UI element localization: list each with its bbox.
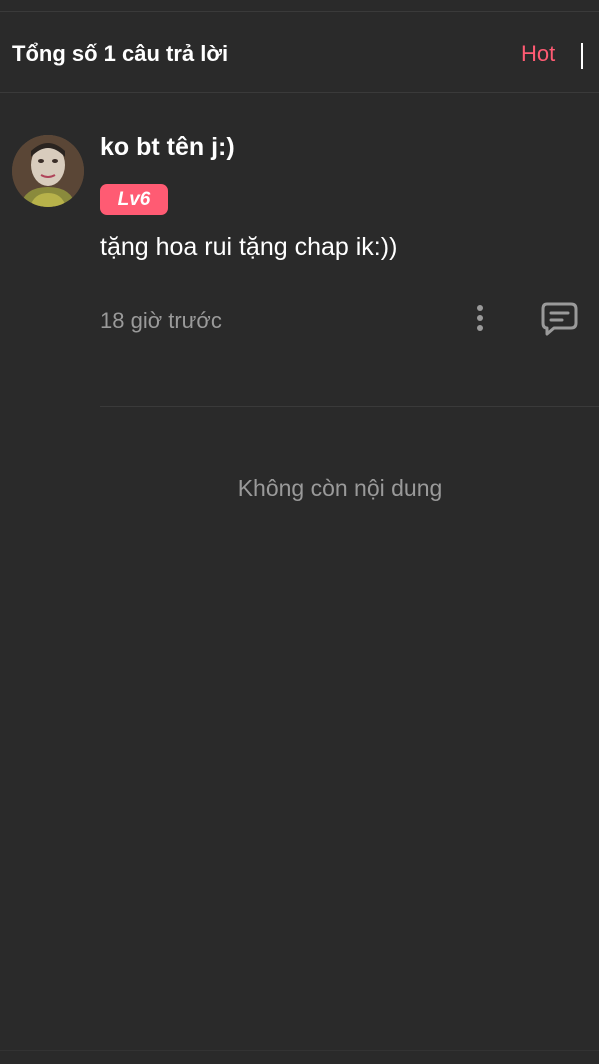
bottom-divider [0, 1050, 599, 1051]
level-badge: Lv6 [100, 184, 168, 215]
comment-username[interactable]: ko bt tên j:) [100, 133, 235, 162]
sort-separator [581, 43, 583, 69]
comment-bubble-icon [541, 302, 578, 336]
sort-hot-tab[interactable]: Hot [521, 41, 555, 67]
avatar-image [12, 135, 84, 207]
more-options-button[interactable] [466, 300, 494, 340]
reply-count-title: Tổng số 1 câu trả lời [12, 41, 229, 66]
more-vertical-icon [477, 305, 483, 331]
comment-text: tặng hoa rui tặng chap ik:)) [100, 233, 398, 261]
comment-timestamp: 18 giờ trước [100, 308, 222, 333]
comment-item: ko bt tên j:) Lv6 tặng hoa rui tặng chap… [0, 93, 599, 407]
reply-button[interactable] [540, 301, 578, 337]
comment-divider [100, 406, 599, 407]
end-of-content-text: Không còn nội dung [237, 475, 443, 501]
replies-header: Tổng số 1 câu trả lời Hot [0, 12, 599, 93]
avatar[interactable] [12, 135, 84, 207]
